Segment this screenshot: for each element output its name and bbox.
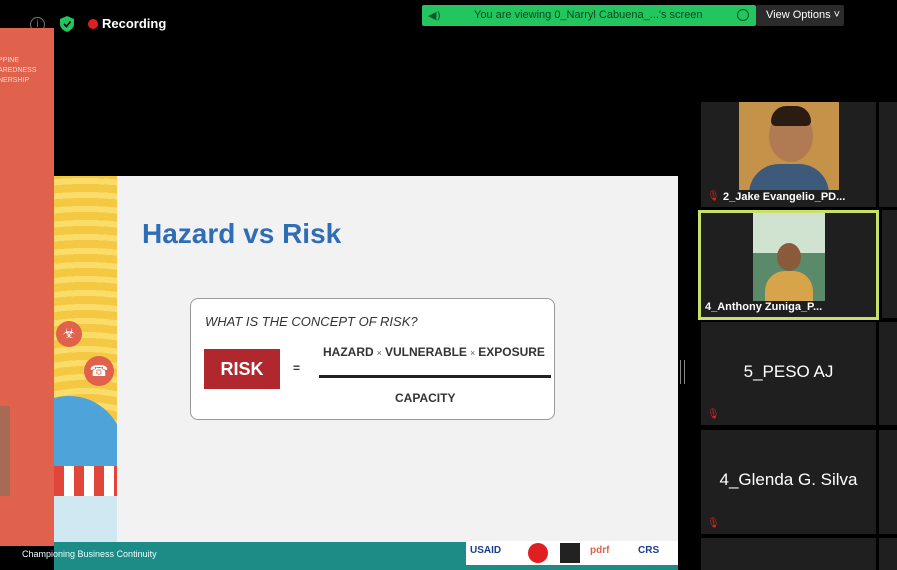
formula-numerator: HAZARD × VULNERABLE × EXPOSURE xyxy=(323,345,545,359)
panel-splitter-handle[interactable] xyxy=(680,360,685,384)
recording-label[interactable]: Recording xyxy=(102,16,166,31)
mic-muted-icon: 🎙 xyxy=(707,191,720,202)
sponsor-logos: USAID pdrf CRS xyxy=(466,541,678,565)
shop-awning-graphic xyxy=(54,466,117,496)
left-panel-text: PPINE AREDNESS NERSHIP xyxy=(0,57,37,84)
participant-name: 5_PESO AJ xyxy=(743,362,834,381)
participant-tile[interactable] xyxy=(879,430,897,534)
concept-question: WHAT IS THE CONCEPT OF RISK? xyxy=(205,314,418,329)
participant-name: 2_Jake Evangelio_PD... xyxy=(723,191,846,203)
fraction-line xyxy=(319,375,551,378)
risk-formula-box: WHAT IS THE CONCEPT OF RISK? RISK = HAZA… xyxy=(190,298,555,420)
caritas-logo-icon xyxy=(528,543,548,563)
phone-icon: ☎ xyxy=(84,356,114,386)
participant-tile[interactable]: 5_PESO AJ 🎙 xyxy=(701,322,876,425)
left-presentation-panel: PPINE AREDNESS NERSHIP xyxy=(0,28,54,546)
participant-video xyxy=(753,213,825,301)
risk-label: RISK xyxy=(204,349,280,389)
equals-sign: = xyxy=(293,361,301,375)
viewing-text: You are viewing 0_Narryl Cabuena_...'s s… xyxy=(474,9,703,21)
slide-footer-text: Championing Business Continuity xyxy=(22,549,157,559)
formula-denominator: CAPACITY xyxy=(395,391,456,405)
crs-logo: CRS xyxy=(638,545,660,556)
slide-title: Hazard vs Risk xyxy=(142,218,342,249)
shield-icon[interactable] xyxy=(60,16,74,32)
shared-slide: ☣ ☎ Hazard vs Risk WHAT IS THE CONCEPT O… xyxy=(54,176,678,570)
participant-tile[interactable] xyxy=(879,102,897,207)
participant-tile[interactable] xyxy=(879,538,897,570)
participant-tile[interactable] xyxy=(879,322,897,425)
participant-tile[interactable]: 4_Glenda G. Silva 🎙 xyxy=(701,430,876,534)
recording-dot-icon xyxy=(88,19,98,29)
participant-name: 4_Anthony Zuniga_P... xyxy=(705,301,823,313)
slide-decoration: ☣ ☎ xyxy=(54,176,117,542)
cma-logo-icon xyxy=(560,543,580,563)
speaker-icon: ◀) xyxy=(428,9,441,22)
participant-tile[interactable] xyxy=(882,210,897,318)
mic-muted-icon: 🎙 xyxy=(707,518,720,529)
participant-tile-active-speaker[interactable]: 4_Anthony Zuniga_P... xyxy=(698,210,879,320)
pdrf-logo: pdrf xyxy=(590,545,610,556)
shop-window-graphic xyxy=(54,496,117,542)
participant-name: 4_Glenda G. Silva xyxy=(719,470,858,489)
participant-tile[interactable] xyxy=(701,538,876,570)
screen-share-banner: ◀) You are viewing 0_Narryl Cabuena_...'… xyxy=(422,5,756,26)
mic-muted-icon: 🎙 xyxy=(707,409,720,420)
view-options-button[interactable]: View Options ˅ xyxy=(756,5,844,26)
participant-video xyxy=(739,102,839,190)
participant-tile[interactable]: 🎙 2_Jake Evangelio_PD... xyxy=(701,102,876,207)
status-circle-icon xyxy=(737,9,749,21)
biohazard-icon: ☣ xyxy=(56,321,82,347)
usaid-logo: USAID xyxy=(470,545,502,556)
left-panel-image xyxy=(0,406,10,496)
